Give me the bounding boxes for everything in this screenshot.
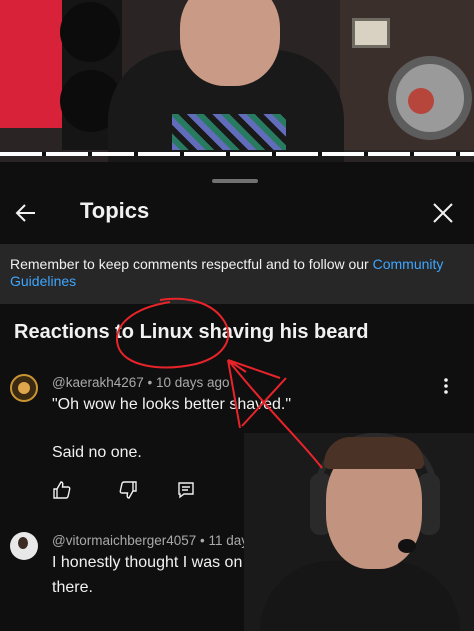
close-button[interactable]	[426, 196, 460, 230]
headset-mic	[398, 539, 416, 553]
video-presenter-head	[180, 0, 280, 86]
like-button[interactable]	[52, 480, 72, 500]
notice-text: Remember to keep comments respectful and…	[10, 256, 373, 272]
comment-meta: @kaerakh4267 • 10 days ago	[52, 375, 230, 390]
comment-text-line: there.	[52, 579, 93, 596]
reply-button[interactable]	[176, 480, 196, 500]
drag-handle[interactable]	[212, 179, 258, 183]
thumb-down-icon	[119, 481, 137, 499]
avatar[interactable]	[10, 532, 38, 560]
comment-text-line: Said no one.	[52, 444, 142, 461]
comment-more-button[interactable]	[438, 376, 454, 396]
sheet-header: Topics	[0, 190, 474, 238]
sheet-title: Topics	[80, 198, 150, 223]
avatar[interactable]	[10, 374, 38, 402]
facecam-hair	[324, 437, 424, 469]
back-button[interactable]	[10, 196, 44, 230]
video-player[interactable]	[0, 0, 474, 162]
video-speaker-core	[408, 88, 434, 114]
thumb-up-icon	[53, 481, 71, 499]
video-progress-segments[interactable]	[0, 152, 474, 156]
video-red-panel	[0, 0, 62, 128]
comment-text-line: "Oh wow he looks better shaved."	[52, 396, 292, 413]
close-icon	[433, 203, 453, 223]
dislike-button[interactable]	[118, 480, 138, 500]
more-vert-icon	[444, 378, 448, 394]
reply-icon	[178, 482, 194, 499]
video-retro-monitor	[352, 18, 390, 48]
video-presenter	[108, 0, 344, 162]
video-shirt-print	[172, 114, 286, 150]
community-notice: Remember to keep comments respectful and…	[0, 244, 474, 304]
topic-title: Reactions to Linux shaving his beard	[14, 321, 369, 343]
arrow-left-icon	[15, 204, 35, 222]
facecam-overlay	[244, 433, 474, 631]
